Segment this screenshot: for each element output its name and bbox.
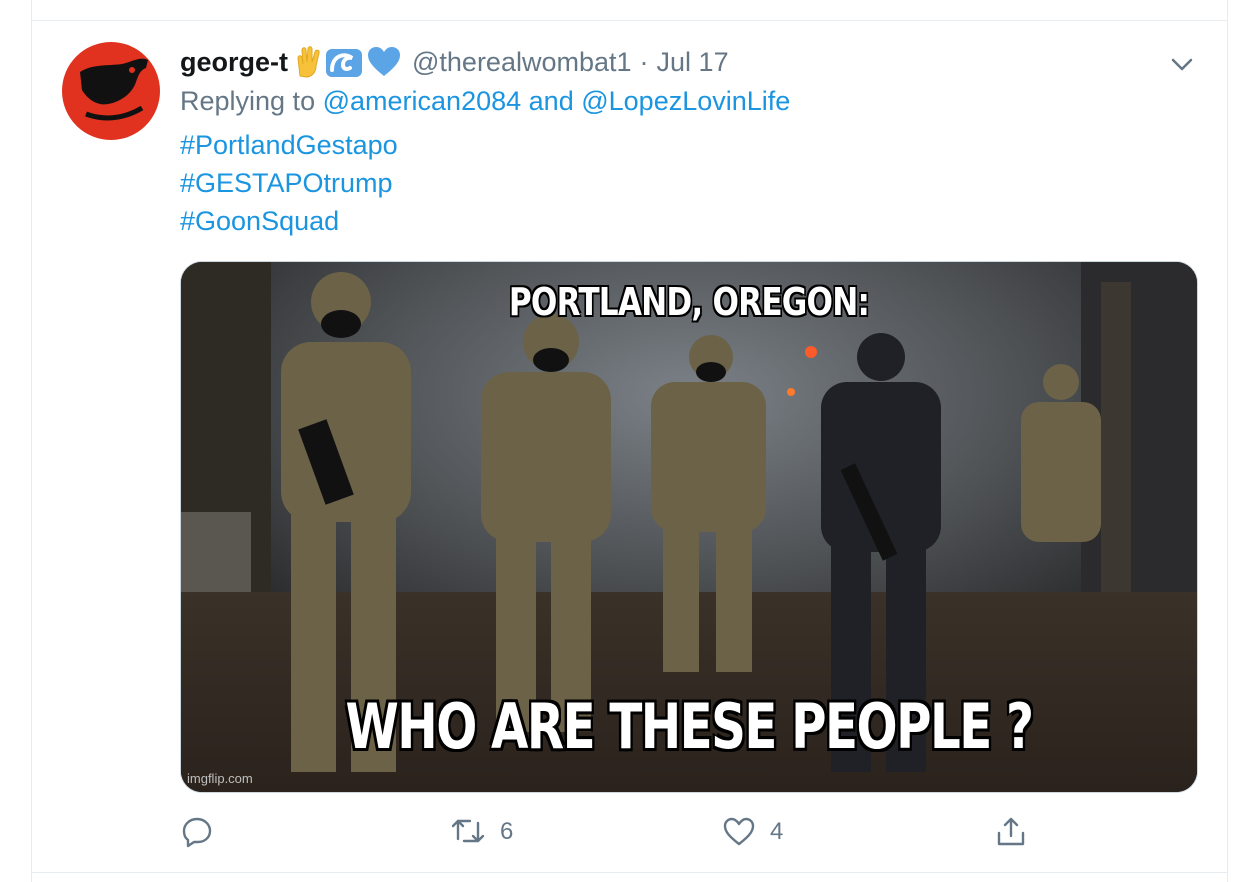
like-count: 4 [770,818,784,845]
like-button[interactable]: 4 [722,812,783,852]
mention-link[interactable]: @american2084 [323,86,522,116]
retweet-button[interactable]: 6 [450,812,513,852]
reply-button[interactable] [180,812,228,852]
mention-and[interactable]: and [529,86,574,116]
name-emojis [294,46,402,78]
hashtag-link[interactable]: #GESTAPOtrump [180,164,398,202]
mention-link[interactable]: @LopezLovinLife [581,86,790,116]
retweet-count: 6 [500,818,514,845]
chevron-down-icon[interactable] [1168,50,1196,78]
share-button[interactable] [994,812,1028,852]
vulcan-salute-icon [297,46,320,78]
retweet-icon [451,819,485,843]
tweet-header: george-t @therealwombat1 · Jul 17 [180,42,729,82]
reply-icon [182,817,212,848]
tweet-date[interactable]: Jul 17 [657,47,729,78]
user-handle[interactable]: @therealwombat1 [412,47,632,78]
divider-bottom [32,872,1227,873]
meme-top-caption: PORTLAND, OREGON: [508,280,870,324]
blue-heart-icon [368,47,400,76]
display-name[interactable]: george-t [180,47,288,78]
watermark: imgflip.com [187,771,253,786]
heart-icon [723,817,755,846]
header-separator: · [639,46,649,77]
tweet-image[interactable]: PORTLAND, OREGON: WHO ARE THESE PEOPLE ?… [180,261,1198,793]
share-icon [997,817,1025,846]
hashtag-link[interactable]: #PortlandGestapo [180,126,398,164]
replying-prefix: Replying to [180,86,316,116]
replying-to-line: Replying to @american2084 and @LopezLovi… [180,86,790,117]
hashtag-link[interactable]: #GoonSquad [180,202,398,240]
tweet-text: #PortlandGestapo #GESTAPOtrump #GoonSqua… [180,126,398,240]
wave-icon [326,49,362,77]
avatar[interactable] [62,42,160,140]
divider-top [32,20,1227,21]
meme-bottom-caption: WHO ARE THESE PEOPLE ? [345,690,1035,763]
